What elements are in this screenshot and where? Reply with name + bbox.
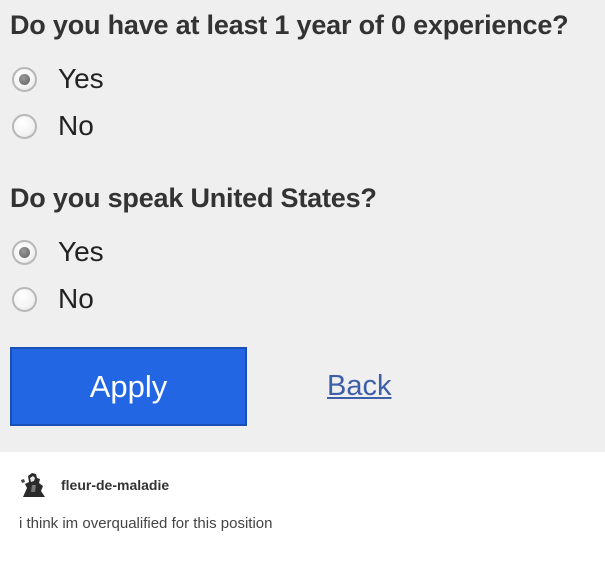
experience-option-no[interactable]: No (12, 110, 94, 142)
experience-option-yes[interactable]: Yes (12, 63, 104, 95)
back-link[interactable]: Back (327, 370, 391, 403)
option-label: Yes (58, 236, 104, 267)
language-option-yes[interactable]: Yes (12, 236, 104, 268)
radio-button[interactable] (12, 286, 37, 312)
option-label: Yes (58, 63, 104, 94)
avatar-icon[interactable] (19, 470, 49, 500)
post-username[interactable]: fleur-de-maladie (61, 477, 169, 493)
radio-button[interactable] (12, 113, 37, 139)
radio-button-selected[interactable] (12, 66, 37, 92)
question-experience: Do you have at least 1 year of 0 experie… (10, 10, 569, 40)
option-label: No (58, 283, 94, 314)
option-label: No (58, 110, 94, 141)
question-language: Do you speak United States? (10, 183, 377, 213)
social-post (0, 452, 605, 570)
apply-button[interactable]: Apply (10, 347, 247, 426)
radio-button-selected[interactable] (12, 239, 37, 265)
post-text: i think im overqualified for this positi… (19, 515, 273, 532)
language-option-no[interactable]: No (12, 283, 94, 315)
